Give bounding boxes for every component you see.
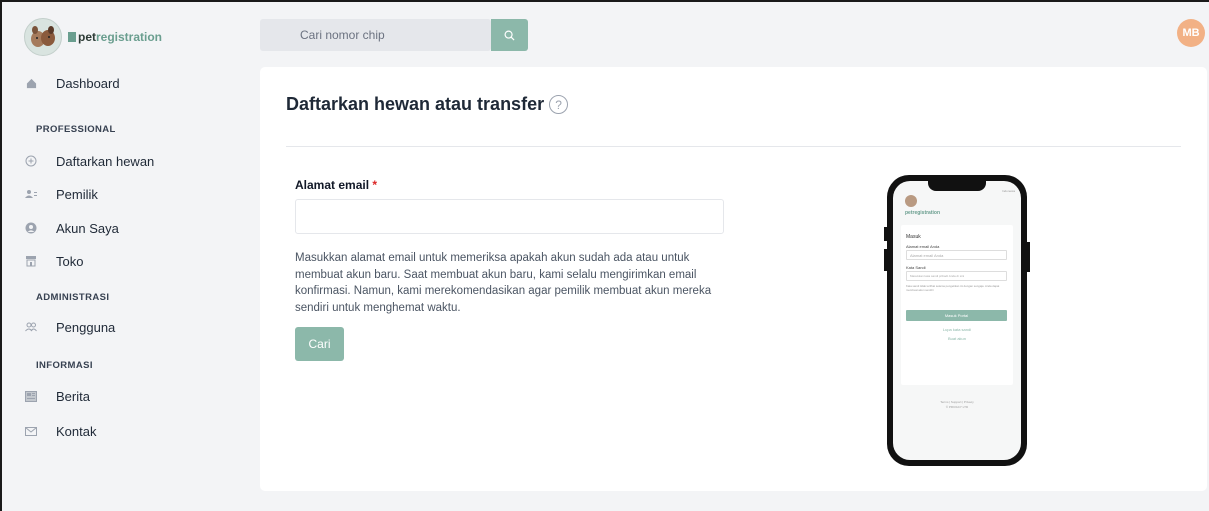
required-mark: * bbox=[372, 178, 378, 192]
sidebar-item-pengguna[interactable]: Pengguna bbox=[24, 318, 115, 336]
section-professional: PROFESSIONAL bbox=[36, 124, 116, 135]
newspaper-icon bbox=[24, 389, 38, 403]
sidebar-item-akun-saya[interactable]: Akun Saya bbox=[24, 219, 119, 237]
main-card: Daftarkan hewan atau transfer ? Alamat e… bbox=[260, 67, 1207, 491]
phone-notch bbox=[928, 181, 986, 191]
sidebar-item-label: Berita bbox=[56, 388, 90, 404]
phone-footer-links: Terms | Support | Privacy bbox=[940, 400, 974, 404]
page-title: Daftarkan hewan atau transfer ? bbox=[286, 94, 569, 115]
store-icon bbox=[24, 254, 38, 268]
brand-suffix: registration bbox=[96, 30, 163, 44]
brand-logo[interactable]: pet registration bbox=[24, 18, 162, 56]
brand-prefix: pet bbox=[78, 30, 96, 44]
brand-square-icon bbox=[68, 32, 76, 42]
sidebar-item-dashboard[interactable]: Dashboard bbox=[24, 74, 120, 92]
phone-forgot-link: Lupa kata sandi bbox=[942, 327, 972, 332]
search-icon bbox=[504, 30, 515, 41]
sidebar-item-berita[interactable]: Berita bbox=[24, 387, 90, 405]
sidebar-item-label: Kontak bbox=[56, 423, 97, 439]
sidebar-item-label: Akun Saya bbox=[56, 220, 119, 236]
sidebar-item-label: Toko bbox=[56, 253, 84, 269]
sidebar-item-label: Pemilik bbox=[56, 186, 98, 202]
sidebar-item-toko[interactable]: Toko bbox=[24, 252, 83, 270]
sidebar-item-label: Dashboard bbox=[56, 75, 120, 91]
sidebar-item-label: Daftarkan hewan bbox=[56, 153, 155, 169]
phone-email-label: Alamat email Anda bbox=[906, 244, 940, 249]
section-informasi: INFORMASI bbox=[36, 360, 93, 371]
phone-brand: petregistration bbox=[905, 210, 941, 216]
phone-password-label: Kata Sandi bbox=[906, 265, 926, 270]
email-label-text: Alamat email bbox=[295, 178, 370, 192]
users-group-icon bbox=[24, 320, 38, 334]
phone-password-input: Masukkan kata sandi pribadi Anda di sini bbox=[906, 271, 1007, 281]
phone-email-placeholder: Alamat email Anda bbox=[910, 253, 944, 258]
sidebar-item-daftarkan-hewan[interactable]: Daftarkan hewan bbox=[24, 152, 154, 170]
pets-logo-icon bbox=[24, 18, 62, 56]
sidebar-item-pemilik[interactable]: Pemilik bbox=[24, 185, 98, 203]
phone-copyright: © PRIVACY LTD bbox=[945, 405, 969, 409]
section-administrasi: ADMINISTRASI bbox=[36, 292, 110, 303]
phone-email-input: Alamat email Anda bbox=[906, 250, 1007, 260]
search-email-button[interactable]: Cari bbox=[295, 327, 344, 361]
phone-side-button bbox=[1027, 242, 1030, 272]
help-circle-icon[interactable]: ? bbox=[549, 95, 569, 114]
phone-login-button: Masuk Portal bbox=[906, 310, 1007, 321]
email-field[interactable] bbox=[295, 199, 724, 234]
email-label: Alamat email * bbox=[295, 178, 377, 192]
home-icon bbox=[24, 76, 38, 90]
users-icon bbox=[24, 187, 38, 201]
user-circle-icon bbox=[24, 221, 38, 235]
chip-search-input[interactable]: Cari nomor chip bbox=[260, 19, 491, 51]
phone-screen: Indonesia petregistration Masuk Alamat e… bbox=[893, 181, 1021, 460]
phone-heading: Masuk bbox=[906, 234, 921, 240]
email-help-text: Masukkan alamat email untuk memeriksa ap… bbox=[295, 252, 712, 314]
page-title-text: Daftarkan hewan atau transfer bbox=[286, 94, 545, 114]
mail-icon bbox=[24, 424, 38, 438]
phone-mockup: Indonesia petregistration Masuk Alamat e… bbox=[887, 175, 1027, 466]
search-button[interactable] bbox=[491, 19, 528, 51]
brand-wordmark: pet registration bbox=[68, 30, 162, 44]
phone-logo-icon bbox=[905, 195, 917, 207]
phone-language: Indonesia bbox=[1001, 189, 1015, 193]
phone-login-card: Masuk Alamat email Anda Alamat email And… bbox=[901, 225, 1013, 385]
phone-create-link: Buat akun bbox=[947, 336, 966, 341]
user-avatar[interactable]: MB bbox=[1177, 19, 1205, 47]
phone-password-placeholder: Masukkan kata sandi pribadi Anda di sini bbox=[910, 274, 965, 278]
title-divider bbox=[286, 146, 1181, 147]
phone-note: Kata sandi tidak terlihat selama pengeti… bbox=[906, 284, 1000, 292]
sidebar-item-kontak[interactable]: Kontak bbox=[24, 422, 96, 440]
plus-circle-icon bbox=[24, 154, 38, 168]
sidebar: pet registration Dashboard PROFESSIONAL D… bbox=[2, 2, 249, 511]
sidebar-item-label: Pengguna bbox=[56, 319, 116, 335]
